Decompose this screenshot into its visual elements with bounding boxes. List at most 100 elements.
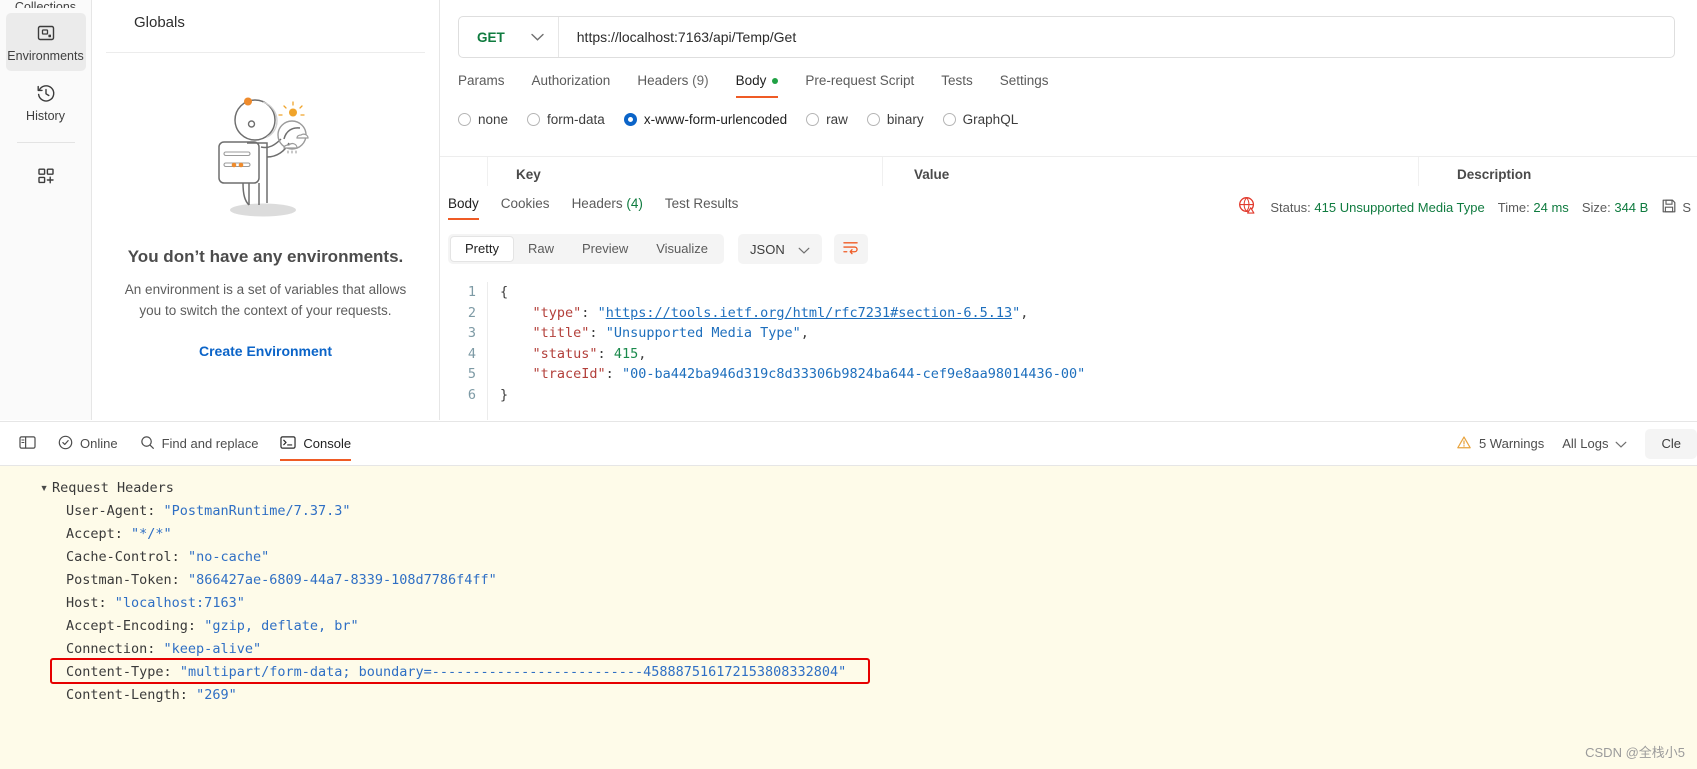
- json-close-brace: }: [500, 386, 509, 403]
- header-value: "multipart/form-data; boundary=---------…: [179, 664, 847, 680]
- search-icon: [140, 435, 155, 453]
- code-line: "traceId": "00-ba442ba946d319c8d33306b98…: [532, 366, 1086, 382]
- header-value: "no-cache": [187, 549, 270, 565]
- save-icon: [1661, 198, 1677, 217]
- response-tab-test-results[interactable]: Test Results: [665, 196, 739, 220]
- header-name: Content-Type:: [66, 664, 172, 680]
- tab-body-label: Body: [735, 73, 767, 88]
- time-label: Time:: [1497, 199, 1530, 215]
- json-value-status: 415: [613, 345, 639, 362]
- sidebar-item-collections[interactable]: Collections: [6, 0, 86, 8]
- check-circle-icon: [58, 435, 73, 453]
- format-selector[interactable]: JSON: [738, 234, 822, 264]
- header-value: "866427ae-6809-44a7-8339-108d7786f4ff": [187, 572, 497, 588]
- line-number: 3: [467, 325, 476, 341]
- wrap-text-icon: [842, 240, 859, 258]
- header-value: "localhost:7163": [114, 595, 245, 611]
- response-tab-body-label: Body: [448, 196, 479, 211]
- body-type-raw[interactable]: raw: [806, 112, 848, 127]
- astronaut-illustration-icon: [92, 87, 439, 225]
- url-input[interactable]: https://localhost:7163/api/Temp/Get: [559, 29, 796, 45]
- toggle-sidebar-button[interactable]: [8, 422, 47, 465]
- tab-headers-count: (9): [692, 73, 709, 88]
- globals-title: Globals: [134, 14, 185, 31]
- url-bar[interactable]: GET https://localhost:7163/api/Temp/Get: [458, 16, 1675, 58]
- tab-headers-label: Headers: [637, 73, 689, 88]
- log-filter-selector[interactable]: All Logs: [1562, 436, 1627, 451]
- header-name: Accept:: [66, 526, 123, 542]
- body-type-binary[interactable]: binary: [866, 112, 924, 127]
- json-value-type[interactable]: https://tools.ietf.org/html/rfc7231#sect…: [606, 305, 1012, 321]
- tab-settings-label: Settings: [999, 73, 1049, 88]
- rail-divider: [16, 142, 75, 143]
- radio-icon: [866, 113, 880, 126]
- console-section-request-headers[interactable]: ▾ Request Headers: [40, 477, 1697, 500]
- view-mode-preview[interactable]: Preview: [568, 236, 642, 262]
- sidebar-item-add-apps[interactable]: [6, 156, 86, 195]
- console-header-row: Cache-Control: "no-cache": [40, 546, 1697, 569]
- sidebar-item-environments[interactable]: Environments: [5, 13, 86, 71]
- response-tab-cookies-label: Cookies: [500, 196, 550, 211]
- header-name: Accept-Encoding:: [66, 618, 197, 634]
- left-icon-rail: Collections Environments History: [0, 0, 92, 420]
- response-pane: Body Cookies Headers (4) Test Results St…: [440, 186, 1697, 420]
- tab-tests-label: Tests: [941, 73, 973, 88]
- body-type-form-data[interactable]: form-data: [527, 112, 605, 127]
- view-mode-visualize[interactable]: Visualize: [642, 236, 722, 262]
- online-status[interactable]: Online: [47, 422, 129, 465]
- code-line: "status": 415,: [532, 345, 647, 362]
- body-type-x-www-form-urlencoded[interactable]: x-www-form-urlencoded: [623, 112, 787, 127]
- body-type-none[interactable]: none: [458, 112, 508, 127]
- sidebar-item-history[interactable]: History: [6, 73, 86, 131]
- wrap-lines-button[interactable]: [833, 234, 868, 264]
- find-and-replace-label: Find and replace: [161, 436, 259, 451]
- method-selector[interactable]: GET: [459, 17, 559, 57]
- view-mode-raw[interactable]: Raw: [514, 236, 568, 262]
- console-header-row: Accept: "*/*": [40, 523, 1697, 546]
- body-type-none-label: none: [478, 112, 509, 127]
- view-mode-pretty[interactable]: Pretty: [450, 236, 514, 262]
- header-name: Host:: [66, 595, 107, 611]
- response-meta: Status: 415 Unsupported Media Type Time:…: [1238, 186, 1697, 228]
- size-value: 344 B: [1614, 199, 1649, 215]
- tab-authorization[interactable]: Authorization: [532, 73, 611, 98]
- tab-pre-request-script[interactable]: Pre-request Script: [805, 73, 914, 98]
- tab-body[interactable]: Body: [735, 73, 779, 98]
- tab-tests[interactable]: Tests: [941, 73, 973, 98]
- response-tab-body[interactable]: Body: [448, 196, 479, 220]
- header-value: "269": [196, 687, 237, 703]
- response-tab-headers[interactable]: Headers (4): [572, 196, 643, 220]
- save-response-label: S: [1682, 199, 1691, 215]
- empty-state-description: An environment is a set of variables tha…: [124, 282, 407, 318]
- response-tab-headers-label: Headers: [571, 196, 623, 211]
- console-button[interactable]: Console: [269, 422, 362, 465]
- radio-selected-icon: [623, 113, 637, 126]
- response-tab-headers-count: (4): [626, 196, 643, 211]
- status-label: Status:: [1270, 199, 1311, 215]
- chevron-down-icon: [798, 242, 810, 257]
- sidebar-item-history-label: History: [26, 109, 65, 123]
- tab-headers[interactable]: Headers (9): [637, 73, 708, 98]
- save-response-button[interactable]: S: [1661, 198, 1691, 217]
- tab-params[interactable]: Params: [458, 73, 505, 98]
- console-header-row: Connection: "keep-alive": [40, 638, 1697, 661]
- json-value-traceid: 00-ba442ba946d319c8d33306b9824ba644-cef9…: [630, 366, 1078, 382]
- response-body-code[interactable]: 1 2 3 4 5 6 { "type": "https://tools.ietf.org…: [448, 282, 1697, 420]
- header-name: User-Agent:: [66, 503, 156, 519]
- warnings-indicator[interactable]: 5 Warnings: [1456, 435, 1544, 453]
- size-label: Size:: [1581, 199, 1611, 215]
- json-key-traceid: "traceId": [532, 366, 606, 382]
- body-type-graphql[interactable]: GraphQL: [942, 112, 1018, 127]
- header-name: Postman-Token:: [66, 572, 180, 588]
- warnings-label: 5 Warnings: [1478, 436, 1545, 451]
- find-and-replace-button[interactable]: Find and replace: [129, 422, 270, 465]
- line-number: 5: [467, 366, 476, 382]
- console-label: Console: [303, 436, 352, 451]
- create-environment-link[interactable]: Create Environment: [199, 343, 332, 359]
- clear-console-button[interactable]: Cle: [1645, 428, 1697, 459]
- response-status: Status: 415 Unsupported Media Type: [1270, 200, 1484, 215]
- tab-params-label: Params: [458, 73, 505, 88]
- tab-settings[interactable]: Settings: [1000, 73, 1049, 98]
- response-tab-cookies[interactable]: Cookies: [501, 196, 550, 220]
- body-modified-dot-icon: [772, 78, 779, 84]
